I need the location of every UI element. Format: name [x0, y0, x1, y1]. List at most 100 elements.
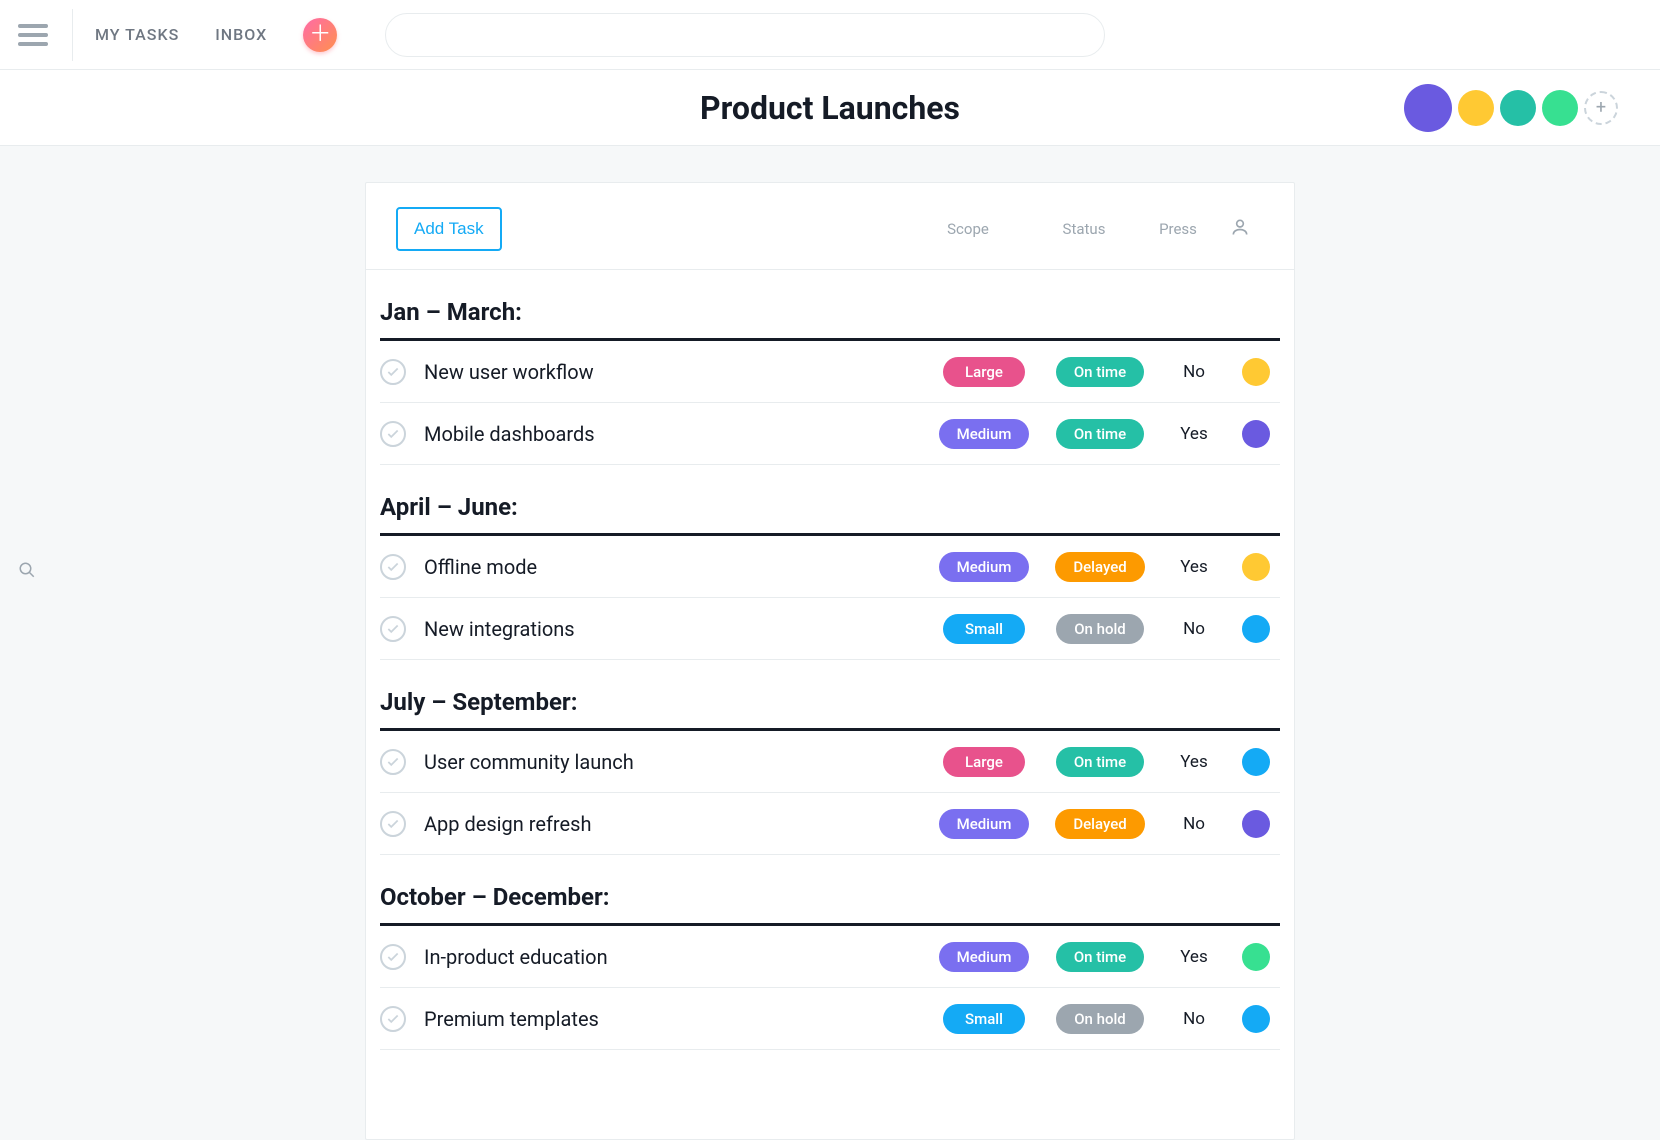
- scope-pill: Large: [943, 357, 1025, 387]
- task-name[interactable]: New user workflow: [424, 360, 924, 384]
- press-cell[interactable]: No: [1156, 814, 1232, 834]
- section-title[interactable]: October – December:: [380, 873, 1280, 926]
- complete-checkbox[interactable]: [380, 554, 406, 580]
- scope-cell[interactable]: Medium: [924, 809, 1044, 839]
- assignee-avatar: [1242, 1005, 1270, 1033]
- scope-cell[interactable]: Large: [924, 357, 1044, 387]
- scope-cell[interactable]: Medium: [924, 552, 1044, 582]
- assignee-cell[interactable]: [1232, 358, 1280, 386]
- status-cell[interactable]: On time: [1044, 419, 1156, 449]
- section-title[interactable]: July – September:: [380, 678, 1280, 731]
- complete-checkbox[interactable]: [380, 359, 406, 385]
- assignee-cell[interactable]: [1232, 615, 1280, 643]
- assignee-cell[interactable]: [1232, 748, 1280, 776]
- assignee-cell[interactable]: [1232, 810, 1280, 838]
- column-headers: Scope Status Press: [908, 217, 1264, 241]
- scope-cell[interactable]: Small: [924, 614, 1044, 644]
- status-pill: On hold: [1056, 1004, 1144, 1034]
- task-row[interactable]: New user workflow Large On timeNo: [380, 341, 1280, 403]
- assignee-avatar: [1242, 553, 1270, 581]
- status-pill: Delayed: [1055, 809, 1144, 839]
- scope-pill: Medium: [939, 419, 1030, 449]
- section: April – June: Offline mode Medium DelayedYe…: [366, 465, 1294, 660]
- col-header-assignee[interactable]: [1216, 217, 1264, 241]
- status-cell[interactable]: Delayed: [1044, 552, 1156, 582]
- nav-my-tasks[interactable]: MY TASKS: [95, 25, 179, 44]
- scope-pill: Large: [943, 747, 1025, 777]
- press-cell[interactable]: No: [1156, 619, 1232, 639]
- scope-pill: Medium: [939, 552, 1030, 582]
- press-cell[interactable]: No: [1156, 1009, 1232, 1029]
- collaborator-avatar[interactable]: [1500, 90, 1536, 126]
- collaborator-avatar[interactable]: [1404, 84, 1452, 132]
- check-icon: [386, 817, 400, 831]
- scope-cell[interactable]: Medium: [924, 419, 1044, 449]
- task-row[interactable]: User community launch Large On timeYes: [380, 731, 1280, 793]
- status-cell[interactable]: On hold: [1044, 614, 1156, 644]
- complete-checkbox[interactable]: [380, 1006, 406, 1032]
- col-header-scope[interactable]: Scope: [908, 220, 1028, 238]
- global-add-button[interactable]: ＋: [303, 18, 337, 52]
- complete-checkbox[interactable]: [380, 749, 406, 775]
- task-row[interactable]: In-product education Medium On timeYes: [380, 926, 1280, 988]
- task-name[interactable]: App design refresh: [424, 812, 924, 836]
- scope-pill: Medium: [939, 942, 1030, 972]
- press-cell[interactable]: Yes: [1156, 752, 1232, 772]
- task-name[interactable]: Offline mode: [424, 555, 924, 579]
- task-name[interactable]: Premium templates: [424, 1007, 924, 1031]
- section-title[interactable]: Jan – March:: [380, 288, 1280, 341]
- status-pill: On time: [1056, 419, 1144, 449]
- assignee-cell[interactable]: [1232, 420, 1280, 448]
- check-icon: [386, 365, 400, 379]
- section: October – December: In-product education M…: [366, 855, 1294, 1050]
- menu-icon[interactable]: [18, 18, 52, 52]
- scope-cell[interactable]: Large: [924, 747, 1044, 777]
- add-task-button[interactable]: Add Task: [396, 207, 502, 251]
- scope-cell[interactable]: Medium: [924, 942, 1044, 972]
- status-cell[interactable]: Delayed: [1044, 809, 1156, 839]
- add-collaborator-button[interactable]: +: [1584, 91, 1618, 125]
- status-cell[interactable]: On hold: [1044, 1004, 1156, 1034]
- assignee-avatar: [1242, 615, 1270, 643]
- task-panel: Add Task Scope Status Press Jan – March:…: [365, 182, 1295, 1140]
- nav-inbox[interactable]: INBOX: [215, 25, 267, 44]
- complete-checkbox[interactable]: [380, 421, 406, 447]
- scope-pill: Small: [943, 614, 1025, 644]
- scope-cell[interactable]: Small: [924, 1004, 1044, 1034]
- assignee-avatar: [1242, 943, 1270, 971]
- collaborator-avatar[interactable]: [1458, 90, 1494, 126]
- col-header-status[interactable]: Status: [1028, 220, 1140, 238]
- assignee-cell[interactable]: [1232, 553, 1280, 581]
- search-icon: [18, 561, 36, 579]
- status-cell[interactable]: On time: [1044, 357, 1156, 387]
- section-title[interactable]: April – June:: [380, 483, 1280, 536]
- press-cell[interactable]: Yes: [1156, 424, 1232, 444]
- press-cell[interactable]: Yes: [1156, 557, 1232, 577]
- complete-checkbox[interactable]: [380, 944, 406, 970]
- task-row[interactable]: Offline mode Medium DelayedYes: [380, 536, 1280, 598]
- task-name[interactable]: In-product education: [424, 945, 924, 969]
- project-title: Product Launches: [700, 89, 960, 127]
- task-name[interactable]: User community launch: [424, 750, 924, 774]
- press-cell[interactable]: No: [1156, 362, 1232, 382]
- collaborator-avatar[interactable]: [1542, 90, 1578, 126]
- status-cell[interactable]: On time: [1044, 942, 1156, 972]
- top-bar: MY TASKS INBOX ＋: [0, 0, 1660, 70]
- person-icon: [1230, 217, 1250, 237]
- assignee-avatar: [1242, 358, 1270, 386]
- complete-checkbox[interactable]: [380, 616, 406, 642]
- check-icon: [386, 427, 400, 441]
- task-row[interactable]: App design refreshMedium Delayed No: [380, 793, 1280, 855]
- press-cell[interactable]: Yes: [1156, 947, 1232, 967]
- task-name[interactable]: New integrations: [424, 617, 924, 641]
- task-row[interactable]: Premium templatesSmall On hold No: [380, 988, 1280, 1050]
- assignee-cell[interactable]: [1232, 1005, 1280, 1033]
- task-row[interactable]: Mobile dashboards Medium On time Yes: [380, 403, 1280, 465]
- col-header-press[interactable]: Press: [1140, 220, 1216, 238]
- task-row[interactable]: New integrations Small On holdNo: [380, 598, 1280, 660]
- task-name[interactable]: Mobile dashboards: [424, 422, 924, 446]
- status-cell[interactable]: On time: [1044, 747, 1156, 777]
- complete-checkbox[interactable]: [380, 811, 406, 837]
- search-input[interactable]: [385, 13, 1105, 57]
- assignee-cell[interactable]: [1232, 943, 1280, 971]
